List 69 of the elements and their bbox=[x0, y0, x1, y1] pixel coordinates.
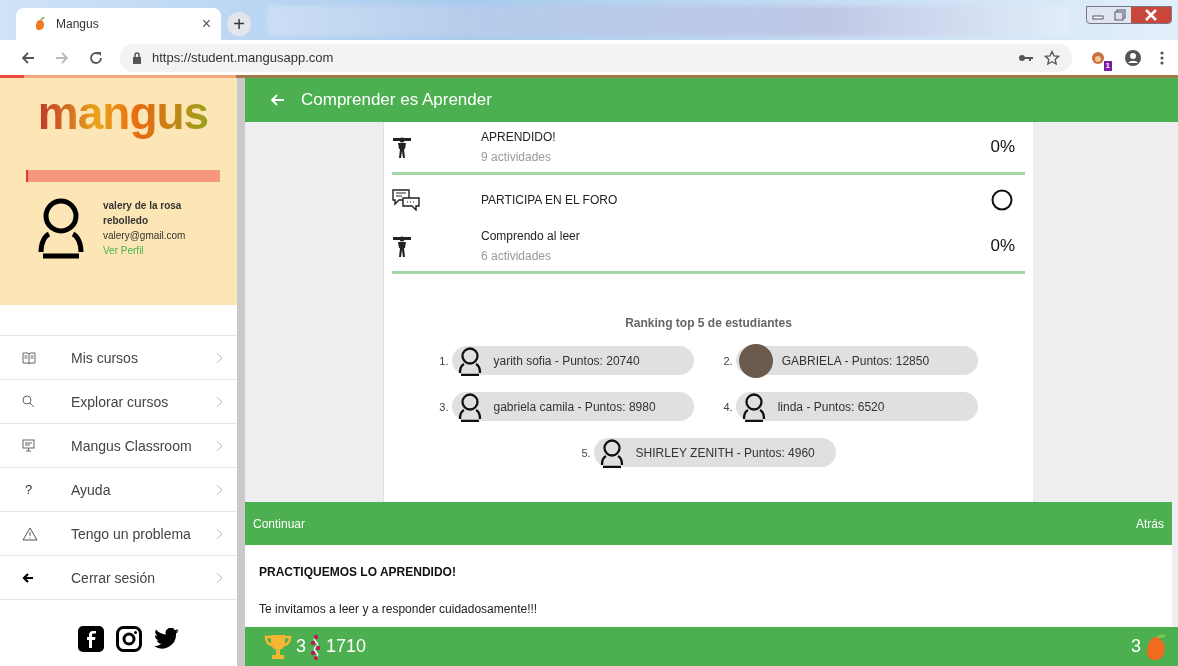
rank-number: 1. bbox=[439, 354, 449, 367]
chevron-icon bbox=[216, 483, 223, 496]
scrollbar[interactable] bbox=[237, 78, 245, 666]
status-circle-icon bbox=[991, 189, 1013, 211]
trophy-count: 3 bbox=[296, 636, 306, 657]
weightlifter-icon bbox=[392, 234, 412, 258]
reload-icon[interactable] bbox=[88, 49, 104, 66]
rank-number: 4. bbox=[723, 400, 733, 413]
lock-icon bbox=[132, 51, 142, 64]
rank-number: 2. bbox=[723, 354, 733, 367]
help-glyph: ? bbox=[24, 482, 33, 497]
mango-icon bbox=[1144, 632, 1168, 661]
activity-progress: 0% bbox=[990, 137, 1015, 157]
browser-tab[interactable]: Mangus × bbox=[16, 8, 221, 40]
address-bar[interactable]: https://student.mangusapp.com bbox=[120, 43, 1072, 72]
warning-icon bbox=[22, 526, 38, 541]
extension-badge: 1 bbox=[1103, 60, 1112, 71]
close-tab-button[interactable]: × bbox=[201, 15, 211, 33]
bird-icon[interactable] bbox=[153, 628, 180, 650]
weightlifter-icon bbox=[392, 135, 412, 159]
board-icon bbox=[22, 439, 35, 452]
activity-row[interactable]: PARTICIPA EN EL FORO bbox=[392, 179, 1025, 221]
student-chip: gabriela camila - Puntos: 8980 bbox=[451, 392, 694, 421]
student-chip: yarith sofia - Puntos: 20740 bbox=[451, 346, 694, 375]
activity-row[interactable]: APRENDIDO! 9 actividades 0% bbox=[392, 126, 1025, 175]
activity-title: PARTICIPA EN EL FORO bbox=[481, 193, 619, 207]
search-icon bbox=[22, 395, 35, 408]
student-chip: SHIRLEY ZENITH - Puntos: 4960 bbox=[593, 438, 836, 467]
rank-number: 5. bbox=[581, 446, 591, 459]
account-icon[interactable] bbox=[1124, 48, 1142, 67]
close-icon[interactable] bbox=[1131, 7, 1171, 23]
student-chip: GABRIELA - Puntos: 12850 bbox=[735, 346, 978, 375]
chevron-icon bbox=[216, 439, 223, 452]
menu-icon[interactable] bbox=[1160, 49, 1164, 66]
chevron-icon bbox=[216, 351, 223, 364]
activity-progress: 0% bbox=[990, 236, 1015, 256]
photo-placeholder bbox=[738, 343, 773, 378]
trophy-icon bbox=[263, 632, 293, 661]
url-text: https://student.mangusapp.com bbox=[152, 50, 334, 65]
tab-title: Mangus bbox=[56, 17, 100, 31]
student-chip: linda - Puntos: 6520 bbox=[735, 392, 978, 421]
key-icon[interactable] bbox=[1018, 52, 1034, 63]
activity-title: Comprendo al leer bbox=[481, 229, 581, 243]
facebook-icon[interactable] bbox=[77, 626, 104, 652]
ranking-title: Ranking top 5 de estudiantes bbox=[624, 316, 793, 330]
mango-count: 3 bbox=[1131, 636, 1141, 657]
user-email: valery@gmail.com bbox=[103, 229, 187, 243]
back-arrow-icon[interactable] bbox=[20, 49, 36, 66]
practice-text: Te invitamos a leer y a responder cuidadosamente!!! bbox=[259, 602, 539, 616]
star-icon[interactable] bbox=[1044, 49, 1060, 66]
chevron-icon bbox=[216, 571, 223, 584]
activity-count: 6 actividades bbox=[481, 249, 553, 263]
instagram-icon[interactable] bbox=[115, 626, 142, 652]
activity-title: APRENDIDO! bbox=[481, 130, 557, 144]
mango-icon bbox=[34, 17, 46, 31]
activity-count: 9 actividades bbox=[481, 150, 553, 164]
activity-row[interactable]: Comprendo al leer 6 actividades 0% bbox=[392, 225, 1025, 274]
chevron-icon bbox=[216, 395, 223, 408]
arrow-left-icon bbox=[22, 571, 34, 584]
practice-title: PRACTIQUEMOS LO APRENDIDO! bbox=[259, 565, 457, 579]
points-count: 1710 bbox=[326, 636, 367, 657]
chat-bubbles-icon bbox=[392, 189, 420, 211]
chevron-icon bbox=[216, 527, 223, 540]
new-tab-button[interactable]: + bbox=[227, 12, 251, 36]
book-icon bbox=[22, 351, 36, 364]
nodes-icon bbox=[309, 633, 323, 660]
extension-icon[interactable] bbox=[1090, 49, 1106, 66]
page-title: Comprender es Aprender bbox=[301, 90, 492, 110]
rank-number: 3. bbox=[439, 400, 449, 413]
